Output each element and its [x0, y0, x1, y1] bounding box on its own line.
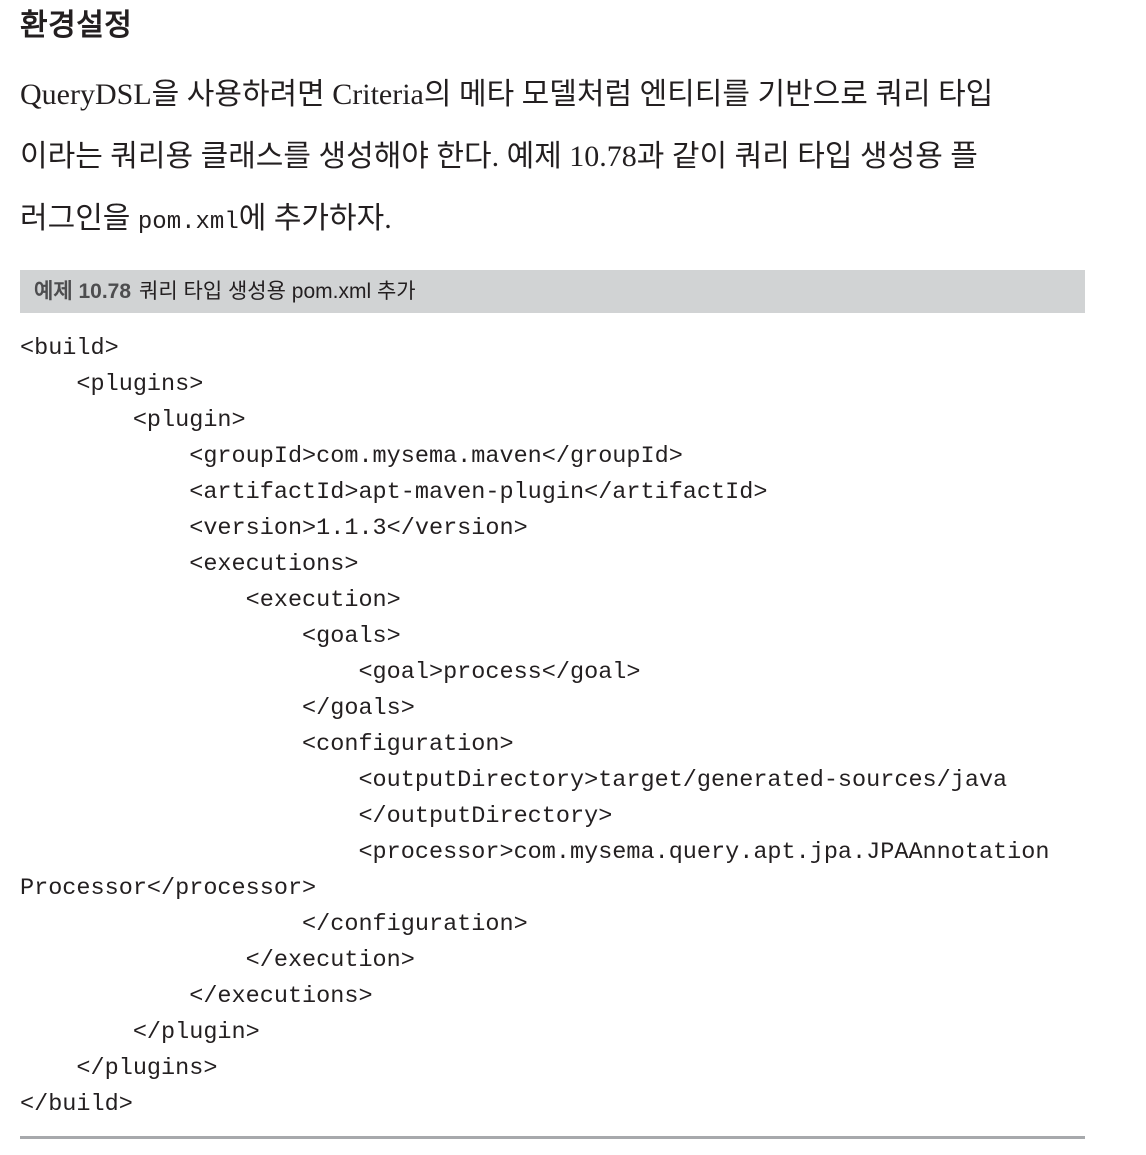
code-line: <execution> — [20, 587, 401, 614]
code-line: </executions> — [20, 983, 373, 1010]
example-number: 예제 10.78 — [34, 280, 132, 303]
code-line: <processor>com.mysema.query.apt.jpa.JPAA… — [20, 839, 1050, 866]
code-line: <goal>process</goal> — [20, 659, 641, 686]
code-line: <outputDirectory>target/generated-source… — [20, 767, 1008, 794]
paragraph-line-3: 러그인을 pom.xml에 추가하자. — [20, 188, 1085, 250]
code-line: <configuration> — [20, 731, 514, 758]
inline-code-pom-xml: pom.xml — [137, 209, 239, 236]
code-line: <plugin> — [20, 407, 246, 434]
bottom-divider — [20, 1136, 1085, 1139]
code-line: </plugin> — [20, 1019, 260, 1046]
code-line: </outputDirectory> — [20, 803, 613, 830]
code-line: Processor</processor> — [20, 875, 317, 902]
example-title: 쿼리 타입 생성용 pom.xml 추가 — [139, 280, 416, 303]
code-line: </configuration> — [20, 911, 528, 938]
code-line: </goals> — [20, 695, 415, 722]
paragraph-line-1: QueryDSL을 사용하려면 Criteria의 메타 모델처럼 엔티티를 기… — [20, 78, 994, 111]
code-line: <build> — [20, 335, 119, 362]
section-heading: 환경설정 — [20, 8, 133, 43]
code-line: <artifactId>apt-maven-plugin</artifactId… — [20, 479, 768, 506]
code-line: <groupId>com.mysema.maven</groupId> — [20, 443, 683, 470]
code-line: <version>1.1.3</version> — [20, 515, 528, 542]
paragraph-line-3-start: 러그인을 — [20, 202, 138, 235]
body-paragraph: QueryDSL을 사용하려면 Criteria의 메타 모델처럼 엔티티를 기… — [20, 64, 1085, 250]
code-line: <executions> — [20, 551, 359, 578]
paragraph-line-2: 이라는 쿼리용 클래스를 생성해야 한다. 예제 10.78과 같이 쿼리 타입… — [20, 140, 978, 173]
example-caption-bar: 예제 10.78 쿼리 타입 생성용 pom.xml 추가 — [20, 270, 1085, 313]
code-line: <plugins> — [20, 371, 204, 398]
code-line: </build> — [20, 1091, 133, 1118]
code-line: </execution> — [20, 947, 415, 974]
paragraph-line-3-end: 에 추가하자. — [238, 202, 392, 235]
code-line: </plugins> — [20, 1055, 218, 1082]
code-line: <goals> — [20, 623, 401, 650]
code-block: <build> <plugins> <plugin> <groupId>com.… — [20, 331, 1085, 1123]
